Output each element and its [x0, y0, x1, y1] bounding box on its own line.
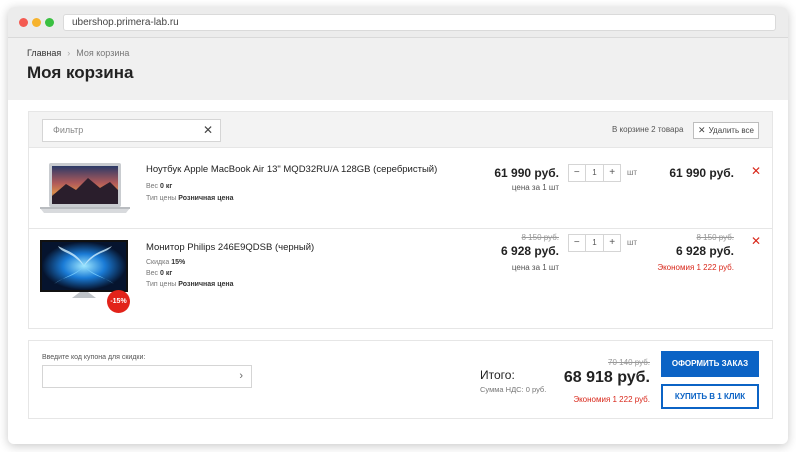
checkout-button[interactable]: ОФОРМИТЬ ЗАКАЗ	[661, 351, 759, 377]
item-sum-old: 8 150 руб.	[696, 233, 735, 242]
item-price-old: 8 150 руб.	[521, 233, 560, 242]
product-prop-price-type: Тип цены Розничная цена	[146, 281, 234, 288]
delete-all-button[interactable]: ✕ Удалить все	[693, 122, 759, 139]
item-price-per-unit: цена за 1 шт	[511, 183, 559, 192]
quantity-minus-button[interactable]: −	[569, 165, 586, 181]
vat-label: Сумма НДС: 0 руб.	[480, 385, 547, 394]
total-economy: Экономия 1 222 руб.	[573, 395, 650, 404]
breadcrumb-separator-icon: ›	[67, 48, 71, 58]
item-sum: 6 928 руб.	[676, 244, 734, 258]
quantity-value[interactable]: 1	[586, 235, 604, 251]
order-summary: Введите код купона для скидки: › Итого: …	[28, 340, 773, 419]
basket-panel: Фильтр ✕ В корзине 2 товара ✕ Удалить все	[28, 111, 773, 329]
browser-titlebar: ubershop.primera-lab.ru	[8, 7, 788, 38]
product-prop-discount: Скидка 15%	[146, 259, 186, 266]
product-prop-weight: Вес 0 кг	[146, 183, 173, 190]
page-title: Моя корзина	[27, 63, 134, 82]
buy-one-click-button[interactable]: КУПИТЬ В 1 КЛИК	[661, 384, 759, 409]
page-header: Главная › Моя корзина Моя корзина	[8, 38, 788, 100]
address-bar[interactable]: ubershop.primera-lab.ru	[63, 14, 776, 31]
breadcrumb-current: Моя корзина	[76, 48, 130, 58]
basket-item-row: Ноутбук Apple MacBook Air 13" MQD32RU/A …	[29, 149, 772, 229]
minimize-window-icon[interactable]	[32, 18, 41, 27]
item-economy: Экономия 1 222 руб.	[657, 263, 734, 272]
filter-input[interactable]: Фильтр ✕	[42, 119, 221, 142]
quantity-stepper: − 1 +	[568, 164, 621, 182]
product-prop-weight: Вес 0 кг	[146, 270, 173, 277]
quantity-unit: шт	[627, 168, 638, 177]
quantity-minus-button[interactable]: −	[569, 235, 586, 251]
quantity-plus-button[interactable]: +	[603, 235, 620, 251]
item-price: 61 990 руб.	[494, 166, 559, 180]
chevron-right-icon[interactable]: ›	[239, 370, 243, 382]
browser-window: ubershop.primera-lab.ru Главная › Моя корз…	[8, 7, 788, 444]
basket-count: В корзине 2 товара	[612, 125, 684, 134]
quantity-stepper: − 1 +	[568, 234, 621, 252]
filter-clear-icon[interactable]: ✕	[203, 120, 213, 141]
product-name[interactable]: Монитор Philips 246E9QDSB (черный)	[146, 242, 314, 253]
quantity-value[interactable]: 1	[586, 165, 604, 181]
total-label: Итого:	[480, 368, 515, 382]
maximize-window-icon[interactable]	[45, 18, 54, 27]
filter-placeholder: Фильтр	[53, 125, 84, 135]
total-price: 68 918 руб.	[563, 369, 650, 386]
quantity-plus-button[interactable]: +	[603, 165, 620, 181]
basket-item-row: -15% Монитор Philips 246E9QDSB (черный) …	[29, 230, 772, 313]
item-price: 6 928 руб.	[501, 244, 559, 258]
coupon-label: Введите код купона для скидки:	[42, 354, 146, 361]
basket-toolbar: Фильтр ✕ В корзине 2 товара ✕ Удалить все	[29, 112, 772, 148]
product-prop-price-type: Тип цены Розничная цена	[146, 195, 234, 202]
product-name[interactable]: Ноутбук Apple MacBook Air 13" MQD32RU/A …	[146, 164, 437, 175]
total-old: 70 140 руб.	[608, 358, 650, 367]
item-sum: 61 990 руб.	[669, 166, 734, 180]
coupon-input[interactable]: ›	[42, 365, 252, 388]
close-icon: ✕	[698, 125, 706, 135]
remove-item-icon[interactable]: ✕	[751, 234, 761, 248]
quantity-unit: шт	[627, 238, 638, 247]
remove-item-icon[interactable]: ✕	[751, 164, 761, 178]
laptop-product-image[interactable]	[40, 162, 130, 214]
breadcrumb: Главная › Моя корзина	[27, 48, 129, 58]
discount-badge: -15%	[107, 290, 130, 313]
delete-all-label: Удалить все	[708, 126, 754, 135]
breadcrumb-home-link[interactable]: Главная	[27, 48, 61, 58]
item-price-per-unit: цена за 1 шт	[511, 263, 559, 272]
close-window-icon[interactable]	[19, 18, 28, 27]
